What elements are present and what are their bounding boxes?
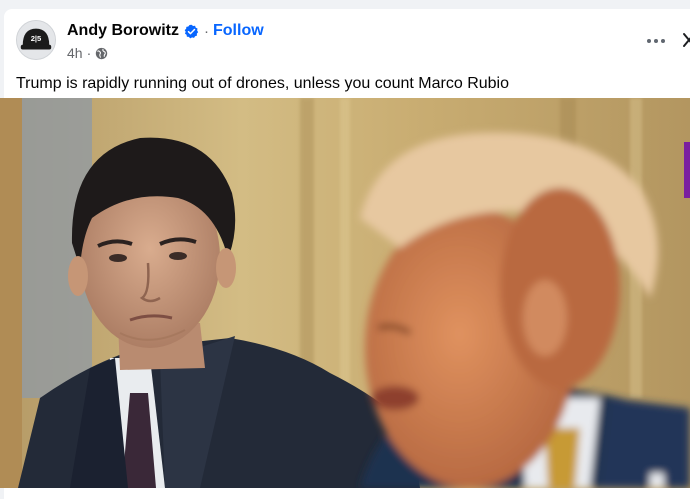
post-timestamp[interactable]: 4h xyxy=(67,45,83,61)
post-photo-image xyxy=(0,98,690,488)
follow-button[interactable]: Follow xyxy=(213,22,264,40)
close-icon[interactable] xyxy=(682,31,690,49)
name-follow-separator: · xyxy=(204,22,209,40)
avatar-image: 2|5 xyxy=(17,21,55,59)
globe-icon[interactable] xyxy=(95,47,108,60)
author-avatar[interactable]: 2|5 xyxy=(16,20,56,60)
more-options-icon[interactable] xyxy=(640,29,672,53)
verified-badge-icon xyxy=(184,24,199,39)
post-caption: Trump is rapidly running out of drones, … xyxy=(16,75,509,92)
post-header: 2|5 Andy Borowitz · Follow 4h · xyxy=(4,9,690,67)
meta-separator: · xyxy=(86,45,92,61)
post-photo[interactable] xyxy=(0,98,690,488)
avatar-text: 2|5 xyxy=(31,34,42,43)
author-row: Andy Borowitz · Follow xyxy=(67,21,264,41)
author-name[interactable]: Andy Borowitz xyxy=(67,22,179,40)
post-meta: 4h · xyxy=(67,45,108,61)
